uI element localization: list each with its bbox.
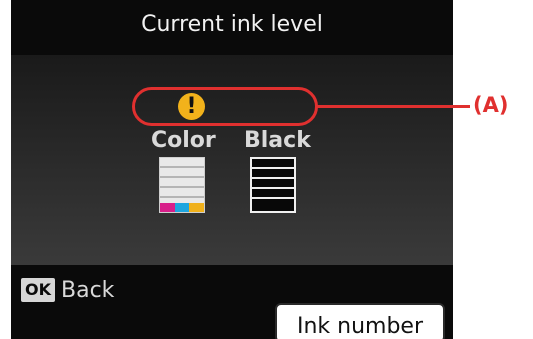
- callout-line: [317, 105, 470, 108]
- black-ink-label: Black: [244, 128, 311, 153]
- ok-key-icon: OK: [21, 278, 55, 302]
- yellow-ink-swatch: [189, 203, 205, 212]
- screen-title: Current ink level: [141, 12, 323, 37]
- back-label: Back: [61, 277, 115, 303]
- tank-level-line: [160, 196, 204, 198]
- color-ink-tank-icon: [159, 157, 205, 213]
- tank-level-line: [160, 176, 204, 178]
- callout-label-a: (A): [473, 93, 509, 117]
- tank-level-line: [160, 166, 204, 168]
- tank-level-line: [252, 197, 294, 199]
- printer-lcd-screen: Current ink level ! Color Black OK Back: [11, 0, 453, 339]
- tank-level-line: [252, 187, 294, 189]
- tank-level-line: [252, 177, 294, 179]
- back-button[interactable]: OK Back: [21, 275, 114, 305]
- magenta-ink-swatch: [160, 203, 175, 212]
- tank-level-line: [160, 186, 204, 188]
- cyan-ink-swatch: [174, 203, 190, 212]
- color-ink-swatches: [160, 203, 205, 212]
- manual-figure: Current ink level ! Color Black OK Back: [0, 0, 533, 339]
- tank-level-line: [252, 167, 294, 169]
- color-ink-label: Color: [151, 128, 216, 153]
- warning-highlight-oval: [132, 87, 318, 126]
- black-ink-tank-icon: [250, 157, 296, 213]
- ink-number-button[interactable]: Ink number: [275, 303, 445, 339]
